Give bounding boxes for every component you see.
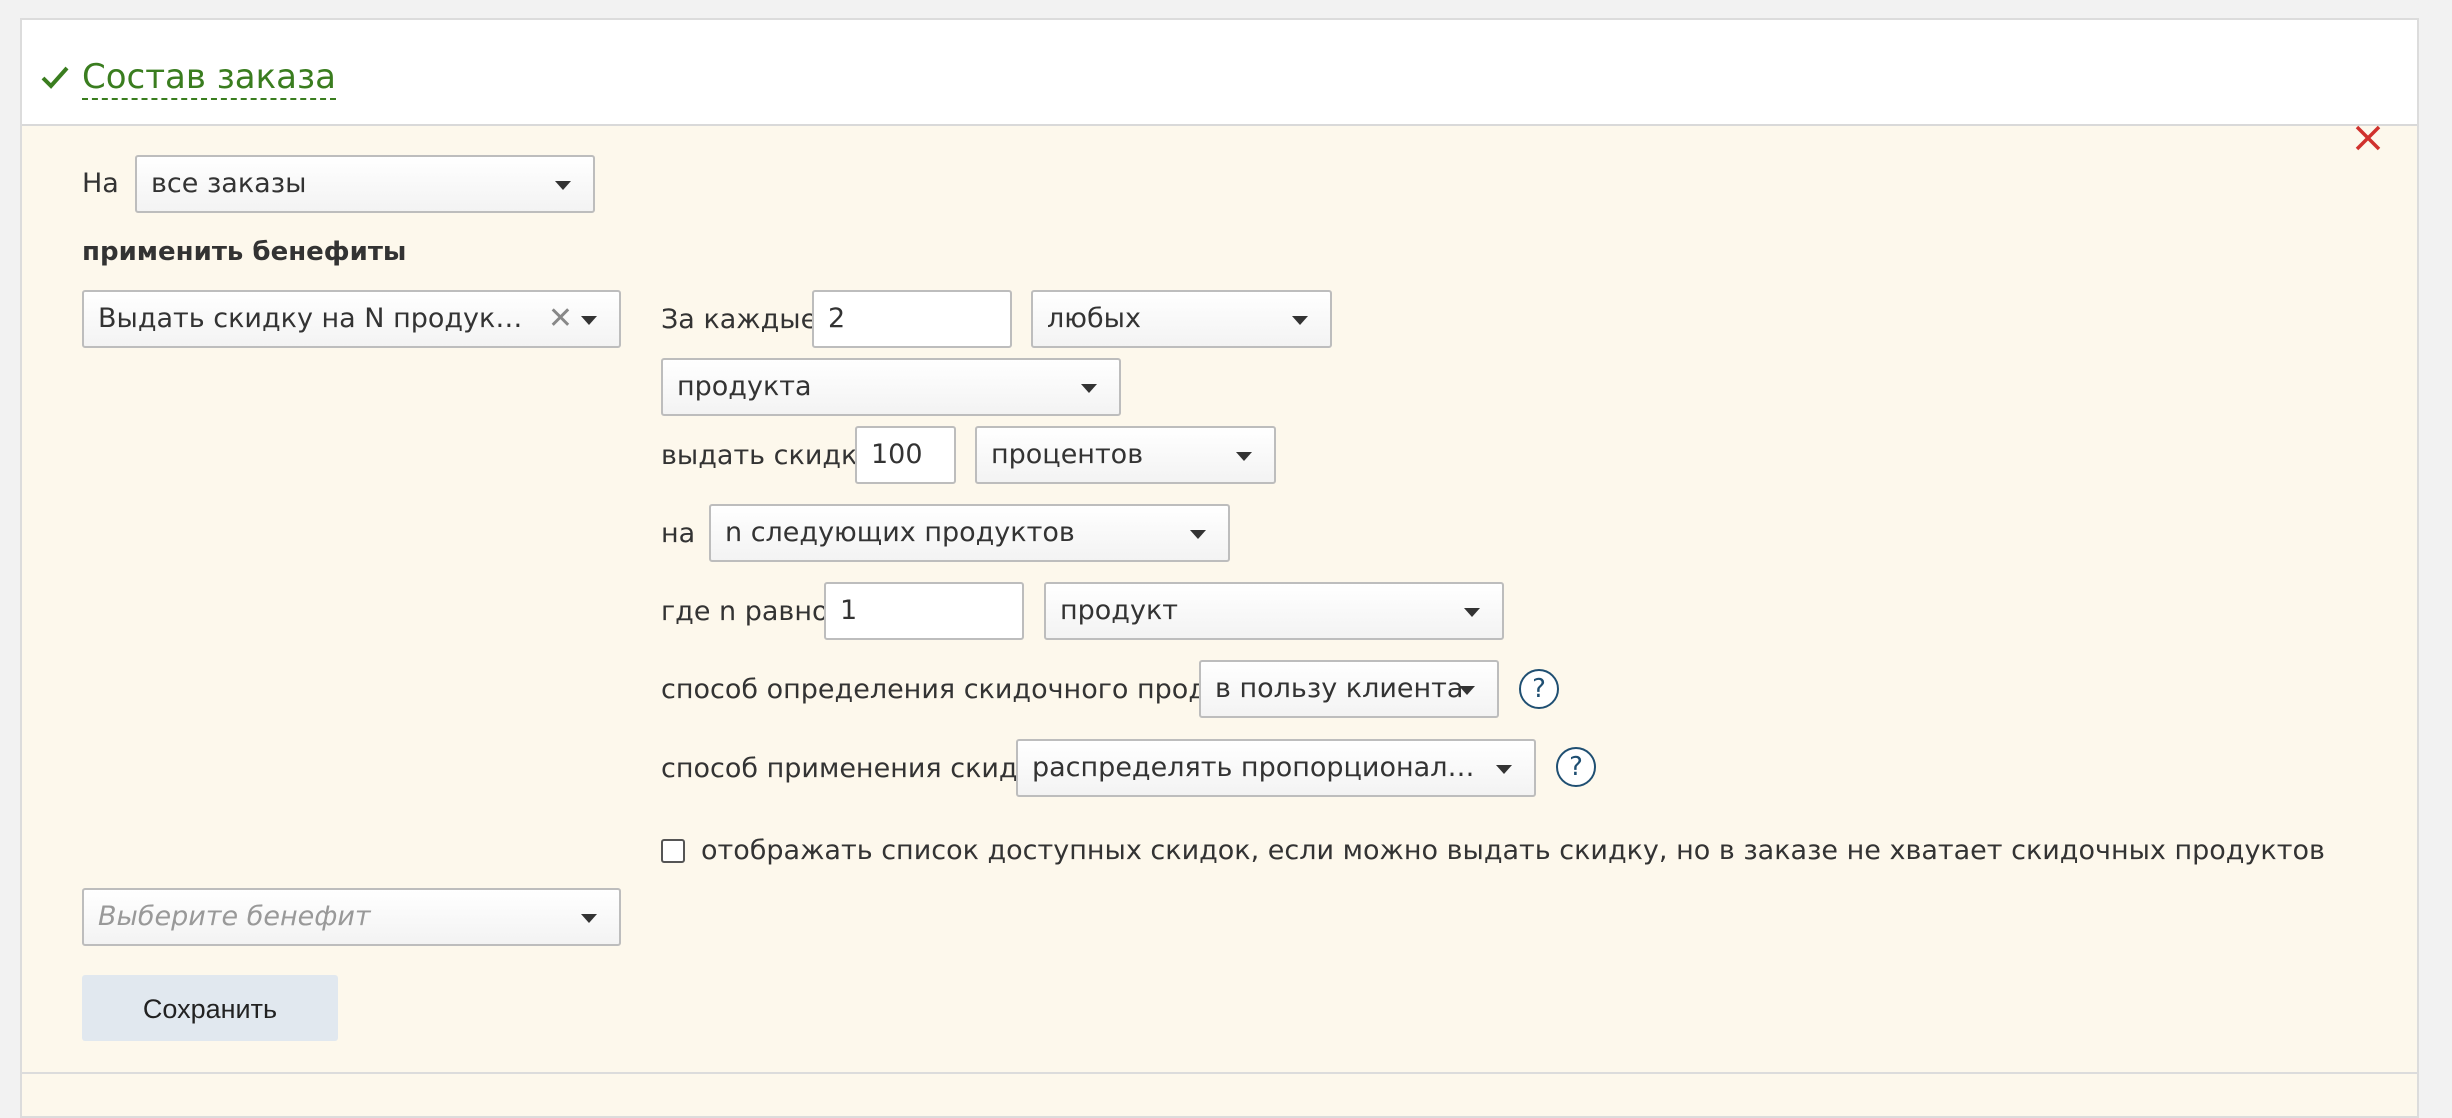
product-select[interactable]: продукта bbox=[661, 358, 1121, 416]
clear-icon[interactable]: ✕ bbox=[548, 304, 573, 334]
save-button[interactable]: Сохранить bbox=[82, 975, 338, 1041]
method-select-value: в пользу клиента bbox=[1215, 673, 1464, 704]
scope-select[interactable]: все заказы bbox=[135, 155, 595, 213]
show-discounts-checkbox[interactable] bbox=[661, 839, 685, 863]
add-benefit-select[interactable]: Выберите бенефит bbox=[82, 888, 621, 946]
discount-unit-select[interactable]: процентов bbox=[975, 426, 1276, 484]
chevron-down-icon bbox=[1081, 384, 1097, 393]
scope-select-value: все заказы bbox=[151, 168, 307, 199]
n-label: где n равно bbox=[661, 596, 829, 627]
method-label: способ определения скидочного продукта bbox=[661, 674, 1272, 705]
n-value-input[interactable]: 1 bbox=[824, 582, 1024, 640]
chevron-down-icon bbox=[1236, 452, 1252, 461]
chevron-down-icon bbox=[581, 914, 597, 923]
help-icon[interactable]: ? bbox=[1556, 747, 1596, 787]
chevron-down-icon bbox=[1496, 765, 1512, 774]
every-label: За каждые bbox=[661, 304, 818, 335]
on-select-value: n следующих продуктов bbox=[725, 517, 1075, 548]
product-select-value: продукта bbox=[677, 371, 812, 402]
apply-select-value: распределять пропорционально ст… bbox=[1032, 752, 1480, 783]
benefit-select-value: Выдать скидку на N продуктов при … bbox=[98, 303, 535, 334]
chevron-down-icon bbox=[1459, 686, 1475, 695]
chevron-down-icon bbox=[1464, 608, 1480, 617]
check-icon bbox=[41, 66, 69, 89]
apply-select[interactable]: распределять пропорционально ст… bbox=[1016, 739, 1536, 797]
discount-label: выдать скидку bbox=[661, 440, 874, 471]
n-unit-select[interactable]: продукт bbox=[1044, 582, 1504, 640]
benefit-select[interactable]: Выдать скидку на N продуктов при … ✕ bbox=[82, 290, 621, 348]
scope-label: На bbox=[82, 168, 119, 199]
divider bbox=[20, 1072, 2419, 1074]
add-benefit-placeholder: Выберите бенефит bbox=[98, 901, 371, 932]
method-select[interactable]: в пользу клиента bbox=[1199, 660, 1499, 718]
benefits-heading: применить бенефиты bbox=[82, 237, 407, 267]
chevron-down-icon bbox=[555, 181, 571, 190]
any-select[interactable]: любых bbox=[1031, 290, 1332, 348]
panel-header: Состав заказа bbox=[22, 20, 2417, 126]
any-select-value: любых bbox=[1047, 303, 1141, 334]
on-select[interactable]: n следующих продуктов bbox=[709, 504, 1230, 562]
every-count-input[interactable]: 2 bbox=[812, 290, 1012, 348]
panel-title[interactable]: Состав заказа bbox=[82, 56, 336, 100]
apply-label: способ применения скидки bbox=[661, 753, 1052, 784]
discount-value-input[interactable]: 100 bbox=[855, 426, 956, 484]
chevron-down-icon bbox=[1292, 316, 1308, 325]
show-discounts-label: отображать список доступных скидок, если… bbox=[701, 835, 2325, 866]
help-icon[interactable]: ? bbox=[1519, 669, 1559, 709]
on-label: на bbox=[661, 518, 696, 549]
chevron-down-icon bbox=[581, 316, 597, 325]
chevron-down-icon bbox=[1190, 530, 1206, 539]
discount-unit-value: процентов bbox=[991, 439, 1144, 470]
close-icon[interactable] bbox=[2352, 122, 2384, 154]
n-unit-value: продукт bbox=[1060, 595, 1178, 626]
